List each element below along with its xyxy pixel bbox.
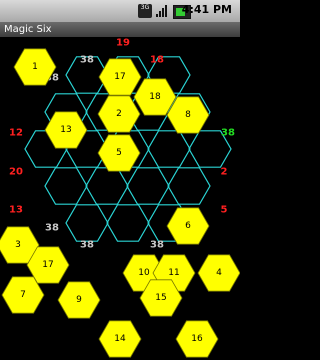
tile-label: 13 [60, 125, 71, 135]
line-sum-label: 38 [80, 240, 94, 251]
line-sum-label: 5 [221, 205, 228, 216]
number-tile[interactable]: 17 [98, 58, 142, 96]
tile-label: 3 [15, 240, 21, 250]
grid-cell[interactable] [167, 167, 211, 205]
grid-cell[interactable] [126, 167, 170, 205]
line-sum-label: 20 [9, 167, 23, 178]
tile-label: 7 [20, 290, 26, 300]
tile-label: 6 [185, 221, 191, 231]
tile-label: 8 [185, 110, 191, 120]
tile-label: 17 [42, 260, 53, 270]
network-3g-icon: 3G [138, 4, 152, 18]
tile-label: 10 [138, 268, 150, 278]
status-time: 4:41 PM [181, 3, 232, 16]
number-tile[interactable]: 4 [197, 254, 240, 292]
grid-cell[interactable] [44, 167, 88, 205]
line-sum-label: 38 [80, 55, 94, 66]
tile-label: 4 [216, 268, 222, 278]
app-title: Magic Six [4, 24, 52, 35]
line-sum-label: 38 [221, 128, 235, 139]
grid-cell[interactable] [147, 130, 191, 168]
tile-label: 9 [76, 295, 82, 305]
number-tile[interactable]: 13 [44, 111, 88, 149]
signal-icon [156, 5, 167, 17]
number-tile[interactable]: 9 [57, 281, 101, 319]
number-tile[interactable]: 16 [175, 320, 219, 358]
game-board[interactable]: 1938 183812 3820 213 53838 38 117182 813563171… [0, 37, 240, 360]
title-bar: Magic Six [0, 22, 240, 37]
tile-label: 2 [116, 109, 122, 119]
line-sum-label: 13 [9, 205, 23, 216]
tile-label: 15 [155, 293, 166, 303]
line-sum-label: 12 [9, 128, 23, 139]
tile-label: 5 [116, 148, 122, 158]
line-sum-label: 38 [150, 240, 164, 251]
tile-label: 18 [149, 92, 161, 102]
line-sum-label: 19 [116, 38, 130, 49]
grid-cell[interactable] [65, 204, 109, 242]
tile-label: 17 [114, 72, 125, 82]
tile-label: 16 [191, 334, 203, 344]
tiles[interactable]: 1 17 18 2 8 13 5 6 3 17 10 11 4 7 9 15 14 16 [0, 48, 240, 358]
tile-label: 11 [168, 268, 179, 278]
number-tile[interactable]: 6 [166, 207, 210, 245]
line-sum-label: 38 [45, 223, 59, 234]
line-sum-label: 2 [221, 167, 228, 178]
grid-cell[interactable] [85, 167, 129, 205]
number-tile[interactable]: 5 [97, 134, 141, 172]
status-bar: 3G 4:41 PM [0, 0, 240, 22]
line-sum-label: 18 [150, 55, 164, 66]
grid-cell[interactable] [106, 204, 150, 242]
tile-label: 1 [32, 62, 38, 72]
number-tile[interactable]: 14 [98, 320, 142, 358]
tile-label: 14 [114, 334, 126, 344]
